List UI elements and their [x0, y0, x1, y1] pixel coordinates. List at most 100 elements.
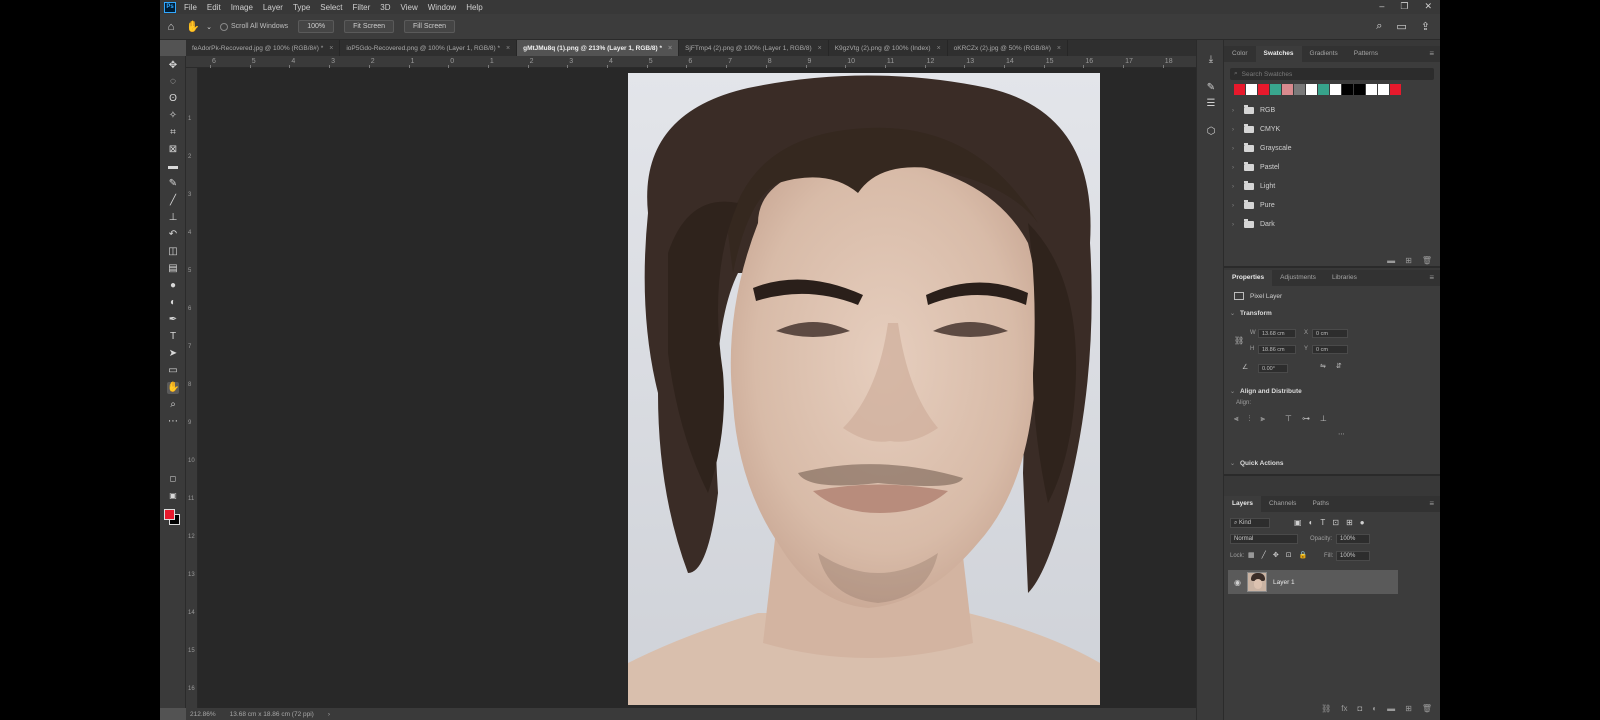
move-tool-icon[interactable]: ✥ — [167, 60, 179, 72]
type-tool-icon[interactable]: T — [167, 331, 179, 343]
gradient-tool-icon[interactable]: ▤ — [167, 263, 179, 275]
menu-file[interactable]: File — [184, 3, 197, 12]
healing-brush-tool-icon[interactable]: ✎ — [167, 178, 179, 190]
color-swatch[interactable] — [1330, 84, 1341, 95]
smart-object-filter-icon[interactable]: ⊞ — [1346, 518, 1353, 527]
more-options-icon[interactable]: ⋯ — [1338, 430, 1345, 438]
close-tab-icon[interactable]: × — [506, 45, 510, 52]
path-selection-tool-icon[interactable]: ➤ — [167, 348, 179, 360]
panel-menu-icon[interactable]: ≡ — [1429, 273, 1434, 282]
pen-tool-icon[interactable]: ✒ — [167, 314, 179, 326]
align-right-icon[interactable]: ⫸ — [1261, 414, 1266, 424]
color-swatch[interactable] — [1390, 84, 1401, 95]
magic-wand-tool-icon[interactable]: ✧ — [167, 110, 179, 122]
close-tab-icon[interactable]: × — [937, 45, 941, 52]
document-tab[interactable]: feAdorPk-Recovered.jpg @ 100% (RGB/8#) *… — [186, 40, 341, 56]
ruler-tool-icon[interactable]: ▬ — [167, 161, 179, 173]
swatch-group-pastel[interactable]: › Pastel — [1224, 158, 1440, 177]
hand-tool-icon[interactable]: ✋ — [167, 382, 179, 394]
fit-screen-button[interactable]: Fit Screen — [344, 20, 394, 33]
color-swatch[interactable] — [1234, 84, 1245, 95]
search-icon[interactable]: ⌕ — [1376, 20, 1382, 33]
marquee-tool-icon[interactable]: ◌ — [167, 76, 179, 88]
history-panel-icon[interactable]: ⤓ — [1205, 54, 1217, 66]
tab-channels[interactable]: Channels — [1261, 496, 1304, 512]
opacity-field[interactable]: 100% — [1336, 534, 1370, 544]
lock-image-icon[interactable]: ╱ — [1262, 551, 1266, 559]
adjustment-layer-icon[interactable]: ◐ — [1372, 704, 1377, 713]
adjustment-filter-icon[interactable]: ◐ — [1309, 518, 1314, 527]
adjustments-icon[interactable]: ☰ — [1205, 98, 1217, 110]
align-bottom-icon[interactable]: ⊥ — [1320, 414, 1327, 424]
align-center-h-icon[interactable]: ⫶ — [1249, 414, 1251, 424]
crop-tool-icon[interactable]: ⌗ — [167, 127, 179, 139]
3d-panel-icon[interactable]: ⬡ — [1205, 126, 1217, 138]
menu-filter[interactable]: Filter — [353, 3, 371, 12]
frame-tool-icon[interactable]: ⊠ — [167, 144, 179, 156]
new-swatch-icon[interactable]: ⊞ — [1405, 256, 1412, 265]
panel-menu-icon[interactable]: ≡ — [1429, 499, 1434, 508]
menu-edit[interactable]: Edit — [207, 3, 221, 12]
home-icon[interactable]: ⌂ — [160, 21, 182, 33]
swatch-group-pure[interactable]: › Pure — [1224, 196, 1440, 215]
menu-type[interactable]: Type — [293, 3, 310, 12]
image-filter-icon[interactable]: ▣ — [1294, 518, 1302, 527]
swatch-group-grayscale[interactable]: › Grayscale — [1224, 139, 1440, 158]
color-swatch[interactable] — [1318, 84, 1329, 95]
visibility-eye-icon[interactable]: ◉ — [1234, 578, 1241, 587]
color-swatch[interactable] — [1270, 84, 1281, 95]
trash-icon[interactable]: 🗑 — [1422, 256, 1432, 265]
menu-image[interactable]: Image — [231, 3, 253, 12]
menu-select[interactable]: Select — [320, 3, 342, 12]
layer-row[interactable]: ◉ Layer 1 — [1228, 570, 1398, 594]
history-brush-tool-icon[interactable]: ↶ — [167, 229, 179, 241]
tab-adjustments[interactable]: Adjustments — [1272, 270, 1324, 286]
screen-mode-icon[interactable]: ▣ — [167, 490, 179, 502]
layer-style-icon[interactable]: fx — [1341, 704, 1347, 713]
document-tab[interactable]: gMtJMu8q (1).png @ 213% (Layer 1, RGB/8)… — [517, 40, 680, 56]
shape-filter-icon[interactable]: ⊡ — [1332, 518, 1339, 527]
more-tools-icon[interactable]: ⋯ — [167, 416, 179, 428]
tab-swatches[interactable]: Swatches — [1255, 46, 1302, 62]
tab-color[interactable]: Color — [1224, 46, 1256, 62]
tab-gradients[interactable]: Gradients — [1302, 46, 1346, 62]
document-tab[interactable]: ioP5Gdo-Recovered.png @ 100% (Layer 1, R… — [340, 40, 518, 56]
swatch-group-dark[interactable]: › Dark — [1224, 215, 1440, 234]
transform-section-title[interactable]: ⌄ Transform — [1224, 306, 1440, 320]
menu-window[interactable]: Window — [428, 3, 456, 12]
align-middle-v-icon[interactable]: ⊶ — [1302, 414, 1310, 424]
filter-kind-select[interactable]: ⌕ Kind — [1230, 518, 1270, 528]
fill-field[interactable]: 100% — [1336, 551, 1370, 561]
link-layers-icon[interactable]: ⛓ — [1321, 704, 1331, 713]
lock-transparent-icon[interactable]: ▦ — [1248, 551, 1255, 559]
zoom-level[interactable]: 212.86% — [190, 711, 216, 718]
close-tab-icon[interactable]: × — [668, 45, 672, 52]
tab-properties[interactable]: Properties — [1224, 270, 1273, 286]
restore-icon[interactable]: ❐ — [1400, 1, 1408, 12]
dodge-tool-icon[interactable]: ◐ — [167, 297, 179, 309]
menu-help[interactable]: Help — [466, 3, 482, 12]
foreground-color-swatch[interactable] — [164, 509, 175, 520]
tab-layers[interactable]: Layers — [1224, 496, 1261, 512]
menu-3d[interactable]: 3D — [380, 3, 390, 12]
clone-stamp-tool-icon[interactable]: ⊥ — [167, 212, 179, 224]
flip-vertical-icon[interactable]: ⇵ — [1336, 362, 1342, 370]
share-icon[interactable]: ⇪ — [1421, 20, 1430, 33]
zoom-100-button[interactable]: 100% — [298, 20, 335, 33]
brush-tool-icon[interactable]: ╱ — [167, 195, 179, 207]
close-tab-icon[interactable]: × — [329, 45, 333, 52]
zoom-tool-icon[interactable]: ⌕ — [167, 399, 179, 411]
color-swatch[interactable] — [1306, 84, 1317, 95]
swatch-group-rgb[interactable]: › RGB — [1224, 101, 1440, 120]
lock-artboard-icon[interactable]: ⊡ — [1286, 551, 1292, 559]
color-swatch[interactable] — [1366, 84, 1377, 95]
flip-horizontal-icon[interactable]: ⇋ — [1320, 362, 1326, 370]
panel-menu-icon[interactable]: ≡ — [1429, 49, 1434, 58]
color-swatch[interactable] — [1246, 84, 1257, 95]
workspace-icon[interactable]: ▭ — [1396, 20, 1406, 33]
fill-screen-button[interactable]: Fill Screen — [404, 20, 456, 33]
filter-toggle-icon[interactable]: ● — [1360, 518, 1365, 527]
scroll-all-windows-checkbox[interactable]: Scroll All Windows — [220, 22, 288, 31]
type-filter-icon[interactable]: T — [1320, 518, 1325, 527]
canvas-area[interactable] — [198, 68, 1196, 708]
